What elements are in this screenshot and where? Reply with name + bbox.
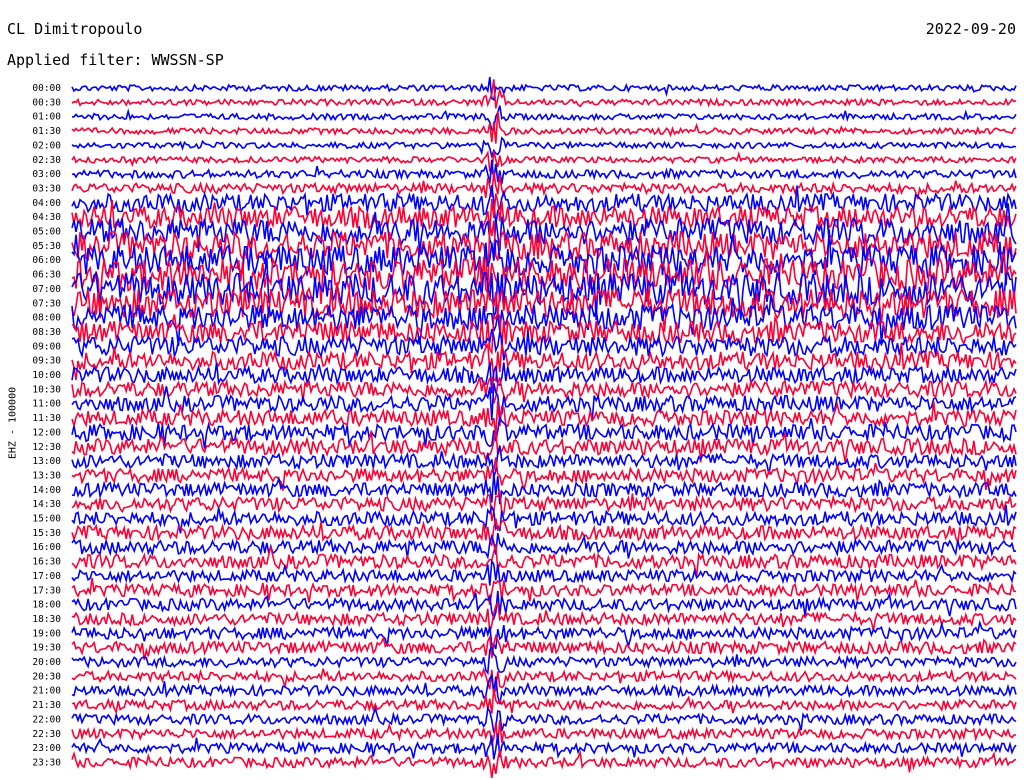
- time-tick-label: 02:00: [32, 140, 61, 151]
- time-tick-label: 21:00: [32, 686, 61, 697]
- time-tick-label: 16:30: [32, 557, 61, 568]
- time-tick-label: 01:00: [32, 112, 61, 123]
- time-tick-label: 18:30: [32, 614, 61, 625]
- time-tick-label: 22:30: [32, 729, 61, 740]
- time-tick-label: 22:00: [32, 714, 61, 725]
- time-tick-label: 04:30: [32, 212, 61, 223]
- time-tick-label: 00:00: [32, 83, 61, 94]
- trace-line-1930: [71, 633, 1017, 661]
- time-tick-label: 06:00: [32, 255, 61, 266]
- time-tick-label: 05:00: [32, 227, 61, 238]
- trace-line-1800: [71, 590, 1017, 621]
- time-tick-label: 18:00: [32, 600, 61, 611]
- trace-line-2200: [71, 705, 1017, 733]
- time-tick-label: 05:30: [32, 241, 61, 252]
- time-tick-label: 15:30: [32, 528, 61, 539]
- time-tick-label: 17:00: [32, 571, 61, 582]
- time-tick-label: 11:00: [32, 399, 61, 410]
- time-tick-label: 20:30: [32, 671, 61, 682]
- time-tick-label: 19:00: [32, 628, 61, 639]
- time-tick-label: 10:30: [32, 384, 61, 395]
- time-tick-label: 09:30: [32, 356, 61, 367]
- trace-line-2130: [71, 688, 1017, 715]
- time-tick-label: 16:00: [32, 542, 61, 553]
- time-tick-label: 14:00: [32, 485, 61, 496]
- trace-line-2230: [71, 720, 1017, 747]
- trace-line-0300: [71, 159, 1017, 184]
- time-tick-label: 20:00: [32, 657, 61, 668]
- time-tick-label: 08:30: [32, 327, 61, 338]
- time-tick-label: 04:00: [32, 198, 61, 209]
- trace-line-2100: [71, 673, 1017, 705]
- time-tick-label: 02:30: [32, 155, 61, 166]
- time-tick-label: 13:30: [32, 470, 61, 481]
- trace-line-0200: [71, 136, 1017, 159]
- time-tick-label: 09:00: [32, 341, 61, 352]
- time-tick-label: 07:00: [32, 284, 61, 295]
- trace-line-0000: [71, 76, 1017, 102]
- time-tick-label: 07:30: [32, 298, 61, 309]
- helicorder-plot: 00:00 00:30 01:00 01:30 02:00 02:30 03:00 03:30…: [32, 76, 1017, 779]
- time-tick-label: 11:30: [32, 413, 61, 424]
- trace-line-2300: [71, 733, 1017, 760]
- time-tick-label: 08:00: [32, 313, 61, 324]
- trace-line-0030: [71, 79, 1017, 109]
- time-tick-label: 12:30: [32, 442, 61, 453]
- time-tick-label: 03:00: [32, 169, 61, 180]
- trace-line-2330: [71, 749, 1017, 779]
- time-tick-label: 00:30: [32, 97, 61, 108]
- time-tick-label: 12:00: [32, 427, 61, 438]
- time-tick-label: 19:30: [32, 643, 61, 654]
- time-tick-label: 06:30: [32, 270, 61, 281]
- trace-line-0230: [71, 150, 1017, 175]
- trace-line-0100: [71, 105, 1017, 131]
- time-tick-label: 23:30: [32, 757, 61, 768]
- time-tick-label: 21:30: [32, 700, 61, 711]
- time-tick-label: 14:30: [32, 499, 61, 510]
- time-tick-label: 01:30: [32, 126, 61, 137]
- time-tick-label: 10:00: [32, 370, 61, 381]
- trace-line-2000: [71, 644, 1017, 676]
- time-tick-label: 03:30: [32, 183, 61, 194]
- time-tick-label: 15:00: [32, 514, 61, 525]
- time-tick-label: 17:30: [32, 585, 61, 596]
- time-tick-label: 23:00: [32, 743, 61, 754]
- time-tick-label: 13:00: [32, 456, 61, 467]
